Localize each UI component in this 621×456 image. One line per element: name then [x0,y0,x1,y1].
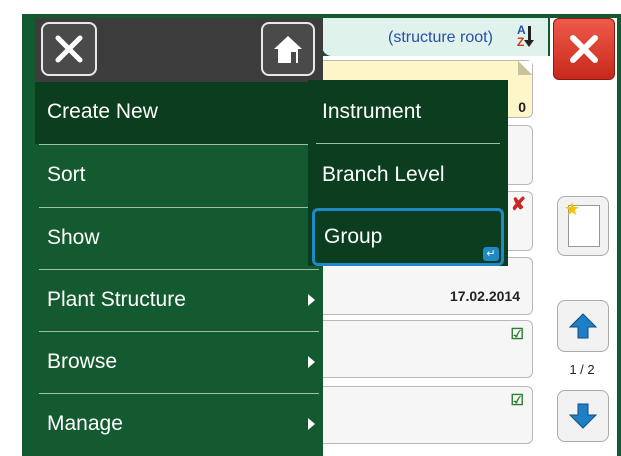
menu-item-sort[interactable]: Sort [35,145,323,207]
item-count: 0 [518,99,526,115]
new-item-button[interactable]: ★ [557,196,609,256]
item-date: 17.02.2014 [449,288,520,304]
list-item[interactable]: ☑ [322,320,533,378]
menu-item-show[interactable]: Show [35,208,323,270]
check-icon: ☑ [510,392,524,409]
close-button[interactable] [553,18,615,80]
menu-item-label: Show [47,226,100,249]
chevron-right-icon [308,356,315,368]
submenu-item-instrument[interactable]: Instrument [308,80,508,142]
menu-item-browse[interactable]: Browse [35,332,323,394]
home-icon [274,36,302,63]
submenu-item-branch-level[interactable]: Branch Level [308,143,508,205]
close-icon [570,35,598,63]
menu-item-plant-structure[interactable]: Plant Structure [35,270,323,332]
arrow-down-icon [568,403,598,429]
folded-corner-icon [518,61,532,75]
create-new-submenu: Instrument Branch Level Group ↵ [308,80,508,266]
menu-item-label: Plant Structure [47,288,186,311]
menu-close-button[interactable] [41,22,97,76]
page-indicator: 1 / 2 [569,362,595,377]
scroll-up-button[interactable] [557,300,609,352]
submenu-item-group[interactable]: Group ↵ [312,208,504,266]
menu-item-label: Create New [47,100,158,123]
star-icon: ★ [564,199,581,219]
menu-toolbar [35,18,323,82]
submenu-item-label: Group [324,225,383,248]
home-button[interactable] [261,22,315,76]
menu-item-manage[interactable]: Manage [35,394,323,456]
menu-item-label: Manage [47,412,123,435]
menu-item-label: Sort [47,163,86,186]
error-x-icon: ✘ [510,194,526,214]
chevron-right-icon [308,294,315,306]
close-icon [55,35,83,63]
check-icon: ☑ [510,326,524,343]
enter-icon: ↵ [483,247,499,261]
sort-az-icon[interactable]: AZ [517,24,537,52]
scroll-down-button[interactable] [557,390,609,442]
submenu-item-label: Branch Level [322,163,445,186]
arrow-up-icon [568,313,598,339]
main-menu: Create New Sort Show Plant Structure Bro… [35,18,323,456]
submenu-item-label: Instrument [322,100,422,123]
list-item[interactable]: ☑ [322,386,533,444]
menu-item-create-new[interactable]: Create New [35,82,323,144]
menu-item-label: Browse [47,350,118,373]
chevron-right-icon [308,418,315,430]
header-title: (structure root) [388,29,493,46]
